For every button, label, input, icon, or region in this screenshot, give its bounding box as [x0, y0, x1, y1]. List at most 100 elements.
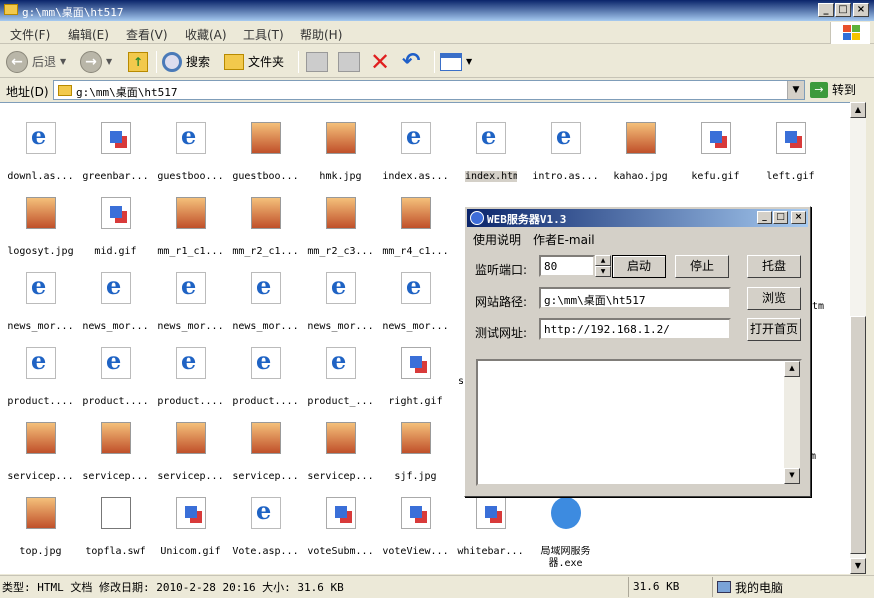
file-item[interactable]: news_mor... [378, 269, 453, 339]
file-item[interactable]: servicep... [153, 419, 228, 489]
file-item[interactable]: Vote.asp... [228, 494, 303, 564]
file-item[interactable]: 局域网服务器.exe [528, 494, 603, 569]
dialog-maximize-button[interactable]: □ [773, 211, 788, 224]
menu-file[interactable]: 文件(F) [10, 26, 50, 43]
file-name: news_mor... [157, 321, 224, 332]
search-button[interactable]: 搜索 [162, 49, 210, 74]
open-home-button[interactable]: 打开首页 [747, 318, 801, 341]
path-input[interactable]: g:\mm\桌面\ht517 [539, 287, 731, 309]
menu-favorites[interactable]: 收藏(A) [185, 26, 227, 43]
file-item[interactable]: mm_r2_c3... [303, 194, 378, 264]
file-item[interactable]: news_mor... [228, 269, 303, 339]
gif-file-icon [401, 497, 431, 529]
dialog-minimize-button[interactable]: _ [757, 211, 772, 224]
close-button[interactable]: × [853, 3, 869, 17]
vertical-scrollbar[interactable]: ▲ ▼ [850, 102, 866, 574]
file-name: mm_r1_c1... [157, 246, 224, 257]
log-textarea[interactable]: ▲ ▼ [476, 359, 802, 486]
file-item[interactable]: product_... [303, 344, 378, 414]
file-name: index.as... [382, 171, 449, 182]
file-item[interactable]: index.as... [378, 119, 453, 189]
menu-help[interactable]: 帮助(H) [300, 26, 342, 43]
url-input[interactable]: http://192.168.1.2/ [539, 318, 731, 340]
folders-icon [224, 53, 244, 70]
folder-icon [4, 4, 18, 15]
scroll-up-button[interactable]: ▲ [850, 102, 866, 118]
log-scroll-up[interactable]: ▲ [784, 361, 800, 377]
file-item[interactable]: kefu.gif [678, 119, 753, 189]
file-item[interactable]: greenbar... [78, 119, 153, 189]
maximize-button[interactable]: □ [835, 3, 851, 17]
file-item[interactable]: voteSubm... [303, 494, 378, 564]
copy-to-button[interactable] [338, 49, 360, 74]
file-item[interactable]: news_mor... [153, 269, 228, 339]
views-button[interactable]: ▼ [440, 49, 472, 74]
file-item[interactable]: right.gif [378, 344, 453, 414]
status-text: 类型: HTML 文档 修改日期: 2010-2-28 20:16 大小: 31… [2, 581, 344, 594]
menu-tools[interactable]: 工具(T) [243, 26, 284, 43]
file-item[interactable]: whitebar... [453, 494, 528, 564]
log-scroll-down[interactable]: ▼ [784, 468, 800, 484]
menu-view[interactable]: 查看(V) [126, 26, 168, 43]
address-dropdown-button[interactable]: ▼ [787, 81, 804, 99]
undo-button[interactable]: ↶ [402, 49, 420, 74]
file-item[interactable]: Unicom.gif [153, 494, 228, 564]
move-to-button[interactable] [306, 49, 328, 74]
file-item[interactable]: product.... [153, 344, 228, 414]
file-item[interactable]: guestboo... [153, 119, 228, 189]
file-item[interactable]: sjf.jpg [378, 419, 453, 489]
delete-button[interactable]: ✕ [370, 49, 390, 74]
scroll-down-button[interactable]: ▼ [850, 558, 866, 574]
gif-file-icon [176, 497, 206, 529]
file-item[interactable]: news_mor... [3, 269, 78, 339]
stop-button[interactable]: 停止 [675, 255, 729, 278]
file-item[interactable]: hmk.jpg [303, 119, 378, 189]
status-bar: 类型: HTML 文档 修改日期: 2010-2-28 20:16 大小: 31… [0, 575, 874, 598]
file-item[interactable]: voteView... [378, 494, 453, 564]
file-item[interactable]: downl.as... [3, 119, 78, 189]
up-folder-button[interactable]: ↑ [128, 49, 148, 74]
address-input[interactable]: g:\mm\桌面\ht517 ▼ [53, 80, 805, 100]
start-button[interactable]: 启动 [612, 255, 666, 278]
file-item[interactable]: product.... [228, 344, 303, 414]
file-item[interactable]: intro.as... [528, 119, 603, 189]
file-item[interactable]: top.jpg [3, 494, 78, 564]
file-item[interactable]: servicep... [3, 419, 78, 489]
file-item[interactable]: servicep... [228, 419, 303, 489]
file-item[interactable]: kahao.jpg [603, 119, 678, 189]
minimize-button[interactable]: _ [818, 3, 834, 17]
dialog-menu-email[interactable]: 作者E-mail [533, 231, 595, 248]
forward-button[interactable]: → ▼ [80, 49, 112, 74]
log-scrollbar[interactable]: ▲ ▼ [784, 361, 800, 484]
file-item[interactable]: mid.gif [78, 194, 153, 264]
file-item[interactable]: product.... [3, 344, 78, 414]
tray-button[interactable]: 托盘 [747, 255, 801, 278]
go-button[interactable]: → 转到 [810, 81, 856, 98]
file-item[interactable]: topfla.swf [78, 494, 153, 564]
file-item[interactable]: left.gif [753, 119, 828, 189]
port-spinner[interactable]: ▲ ▼ [595, 255, 611, 277]
file-item[interactable]: servicep... [303, 419, 378, 489]
file-item[interactable]: mm_r2_c1... [228, 194, 303, 264]
file-item[interactable]: logosyt.jpg [3, 194, 78, 264]
file-item[interactable]: news_mor... [303, 269, 378, 339]
file-item[interactable]: news_mor... [78, 269, 153, 339]
jpg-file-icon [251, 422, 281, 454]
browse-button[interactable]: 浏览 [747, 287, 801, 310]
ie-file-icon [101, 271, 131, 304]
file-item[interactable]: guestboo... [228, 119, 303, 189]
file-item[interactable]: index.htm [453, 119, 528, 189]
file-item[interactable]: product.... [78, 344, 153, 414]
back-button[interactable]: ← 后退 ▼ [6, 49, 66, 74]
file-item[interactable]: servicep... [78, 419, 153, 489]
port-input[interactable]: 80 [539, 255, 595, 277]
dialog-menu-help[interactable]: 使用说明 [473, 231, 521, 248]
menu-edit[interactable]: 编辑(E) [68, 26, 109, 43]
file-item[interactable]: mm_r1_c1... [153, 194, 228, 264]
file-name: intro.as... [532, 171, 599, 182]
folders-button[interactable]: 文件夹 [224, 49, 284, 74]
scroll-thumb[interactable] [850, 316, 866, 554]
file-item[interactable]: mm_r4_c1... [378, 194, 453, 264]
file-name: servicep... [307, 471, 374, 482]
dialog-close-button[interactable]: × [791, 211, 806, 224]
